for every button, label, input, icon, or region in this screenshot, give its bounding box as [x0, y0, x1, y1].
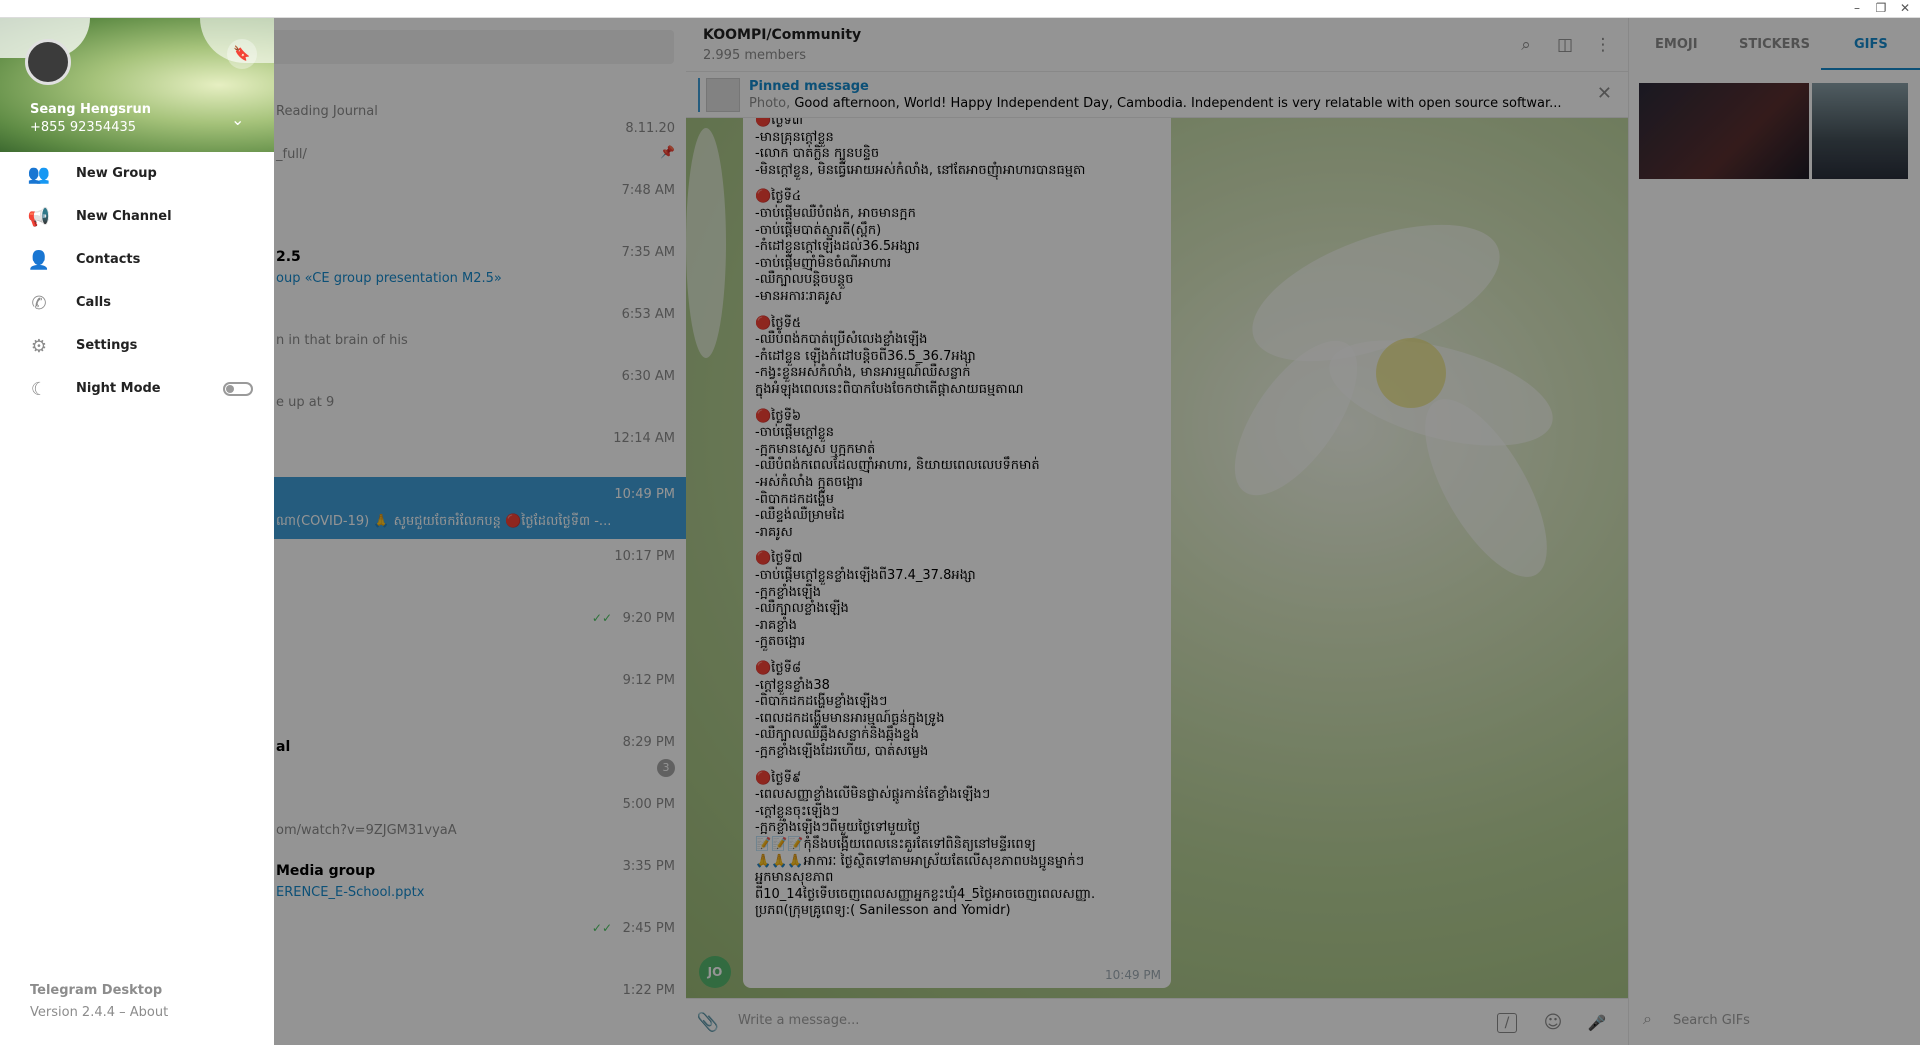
menu-item-settings[interactable]: ⚙ Settings [0, 325, 274, 368]
new-channel-icon: 📢 [27, 207, 51, 228]
menu-item-night-mode[interactable]: ☾ Night Mode [0, 368, 274, 411]
menu-item-label: New Group [76, 166, 157, 181]
menu-item-calls[interactable]: ✆ Calls [0, 282, 274, 325]
menu-item-label: New Channel [76, 209, 172, 224]
calls-icon: ✆ [31, 293, 47, 314]
night-mode-toggle[interactable] [223, 382, 253, 396]
menu-item-label: Night Mode [76, 381, 161, 396]
main-menu-drawer: 🔖 Seang Hengsrun +855 92354435 ⌄ 👥 New Gr… [0, 18, 274, 1045]
app-version[interactable]: Version 2.4.4 – About [30, 1005, 168, 1020]
drawer-cover-image: 🔖 Seang Hengsrun +855 92354435 ⌄ [0, 18, 274, 152]
menu-item-label: Contacts [76, 252, 141, 267]
close-window-button[interactable]: ✕ [1894, 0, 1916, 16]
avatar[interactable] [25, 39, 71, 85]
new-group-icon: 👥 [27, 164, 51, 185]
drawer-backdrop[interactable] [0, 18, 1920, 1045]
chevron-down-icon[interactable]: ⌄ [231, 110, 244, 129]
menu-item-new-group[interactable]: 👥 New Group [0, 153, 274, 196]
user-name: Seang Hengsrun [30, 102, 151, 117]
user-phone: +855 92354435 [30, 120, 137, 135]
minimize-button[interactable]: – [1846, 0, 1868, 16]
app-name: Telegram Desktop [30, 983, 163, 998]
saved-messages-icon[interactable]: 🔖 [227, 39, 257, 69]
menu-item-contacts[interactable]: 👤 Contacts [0, 239, 274, 282]
menu-item-label: Calls [76, 295, 111, 310]
contacts-icon: 👤 [27, 250, 51, 271]
restore-button[interactable]: ❐ [1870, 0, 1892, 16]
settings-icon: ⚙ [30, 336, 48, 357]
night-mode-icon: ☾ [30, 379, 48, 400]
toggle-knob [226, 385, 234, 393]
menu-item-label: Settings [76, 338, 138, 353]
menu-item-new-channel[interactable]: 📢 New Channel [0, 196, 274, 239]
window-titlebar: – ❐ ✕ [0, 0, 1920, 18]
